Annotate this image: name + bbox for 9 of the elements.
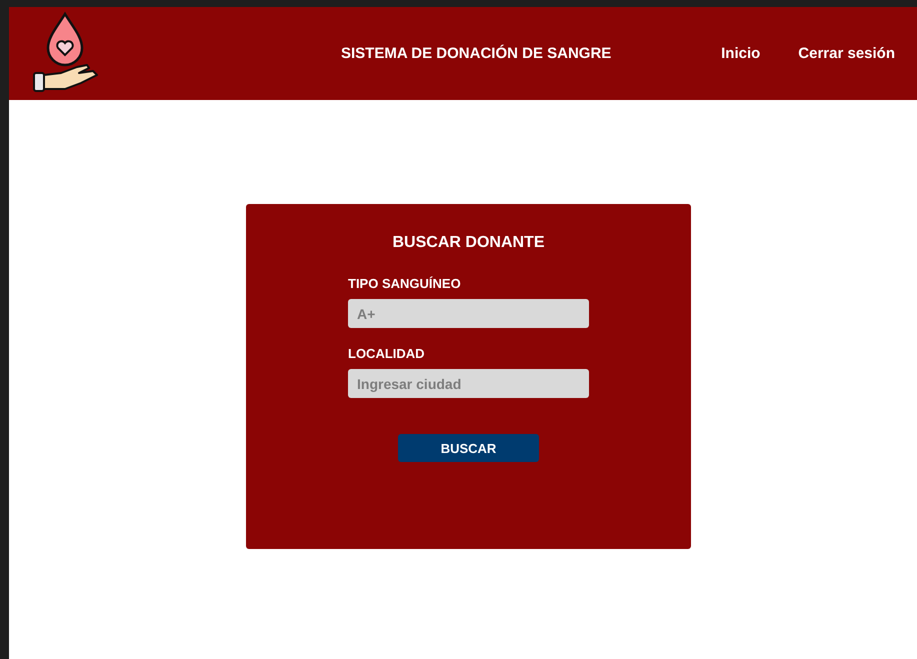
card-title: BUSCAR DONANTE — [392, 234, 544, 252]
input-field[interactable]: Ingresar ciudad — [348, 369, 589, 398]
nav-link[interactable]: Inicio — [721, 45, 760, 62]
nav-link[interactable]: Cerrar sesión — [798, 45, 895, 62]
field-label: LOCALIDAD — [348, 346, 426, 361]
search-button[interactable]: BUSCAR — [398, 434, 539, 462]
site-title: SISTEMA DE DONACIÓN DE SANGRE — [341, 45, 612, 62]
field-label: TIPO SANGUÍNEO — [348, 276, 462, 291]
input-field[interactable]: A+ — [348, 299, 589, 328]
